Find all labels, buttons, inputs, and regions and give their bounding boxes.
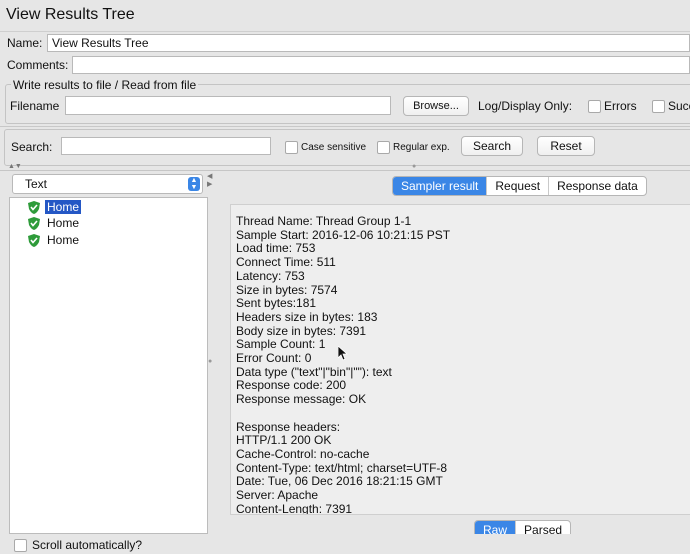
- window-title: View Results Tree: [6, 6, 135, 23]
- success-checkbox[interactable]: [652, 100, 665, 113]
- log-display-label: Log/Display Only:: [478, 99, 573, 113]
- search-button[interactable]: Search: [461, 136, 523, 156]
- name-field[interactable]: View Results Tree: [47, 34, 690, 52]
- browse-button[interactable]: Browse...: [403, 96, 469, 116]
- tree-item[interactable]: Home: [28, 233, 81, 247]
- tree-item-label: Home: [47, 233, 80, 247]
- splitter-grip-icon[interactable]: ●: [412, 163, 416, 170]
- result-line: Sample Start: 2016-12-06 10:21:15 PST: [236, 227, 451, 242]
- result-line: Thread Name: Thread Group 1-1: [236, 214, 412, 228]
- result-line: Date: Tue, 06 Dec 2016 18:21:15 GMT: [236, 474, 443, 489]
- search-input[interactable]: [61, 137, 271, 155]
- comments-label: Comments:: [7, 58, 69, 72]
- tree-item-label: Home: [47, 216, 80, 230]
- regular-exp-checkbox[interactable]: [377, 141, 390, 154]
- scroll-automatically-checkbox[interactable]: [14, 539, 27, 552]
- chevron-updown-icon: ▲ ▼: [188, 177, 200, 191]
- errors-label: Errors: [604, 99, 637, 113]
- result-line: Response code: 200: [236, 378, 347, 393]
- result-line: Body size in bytes: 7391: [236, 323, 367, 338]
- scroll-automatically-label: Scroll automatically?: [32, 538, 143, 552]
- tree-item[interactable]: Home: [28, 200, 82, 214]
- collapse-arrows-icon[interactable]: ▲▼: [8, 163, 22, 170]
- result-line: Latency: 753: [236, 268, 305, 283]
- result-line: Content-Type: text/html; charset=UTF-8: [236, 460, 448, 475]
- title-divider: [0, 31, 690, 32]
- result-line: Size in bytes: 7574: [236, 282, 338, 297]
- result-line: Connect Time: 511: [236, 255, 336, 270]
- success-shield-icon: [28, 200, 40, 214]
- result-lines: Thread Name: Thread Group 1-1 Sample Star…: [236, 214, 451, 515]
- regular-exp-label: Regular exp.: [393, 142, 450, 153]
- filename-input[interactable]: [65, 96, 391, 115]
- tab-request[interactable]: Request: [486, 177, 548, 195]
- vertical-splitter-grip-icon[interactable]: ●: [208, 358, 212, 365]
- result-line: HTTP/1.1 200 OK: [236, 433, 332, 448]
- reset-button[interactable]: Reset: [537, 136, 595, 156]
- result-line: Content-Length: 7391: [236, 501, 353, 515]
- renderer-select-value: Text: [25, 177, 48, 191]
- filename-label: Filename: [10, 99, 60, 113]
- tab-response-data[interactable]: Response data: [548, 177, 646, 195]
- mouse-cursor-icon: [338, 346, 348, 361]
- tab-sampler-result[interactable]: Sampler result: [393, 177, 487, 195]
- results-tree[interactable]: Home Home Home: [9, 197, 208, 534]
- result-tabs: Sampler result Request Response data: [392, 176, 647, 196]
- case-sensitive-label: Case sensitive: [301, 142, 367, 153]
- case-sensitive-checkbox[interactable]: [285, 141, 298, 154]
- success-shield-icon: [28, 233, 40, 247]
- success-label: Succ: [668, 99, 690, 113]
- tree-item-label: Home: [45, 200, 82, 214]
- comments-field[interactable]: [72, 56, 690, 74]
- sampler-result-text[interactable]: Thread Name: Thread Group 1-1 Sample Star…: [230, 204, 690, 515]
- result-line: Data type ("text"|"bin"|""): text: [236, 364, 392, 379]
- collapse-side-arrows-icon[interactable]: ◀ ▶: [207, 173, 212, 189]
- tree-item[interactable]: Home: [28, 216, 81, 230]
- result-line: Response headers:: [236, 419, 341, 434]
- write-results-legend: Write results to file / Read from file: [11, 78, 199, 92]
- splitter-divider: [0, 170, 690, 171]
- result-line: [236, 407, 450, 421]
- result-line: Sent bytes:181: [236, 296, 317, 311]
- errors-checkbox[interactable]: [588, 100, 601, 113]
- result-line: Response message: OK: [236, 392, 367, 407]
- search-label: Search:: [11, 140, 53, 154]
- name-label: Name:: [7, 36, 43, 50]
- result-line: Server: Apache: [236, 488, 319, 503]
- renderer-select[interactable]: Text ▲ ▼: [12, 174, 203, 194]
- success-shield-icon: [28, 216, 40, 230]
- section-divider: [0, 126, 690, 127]
- result-line: Cache-Control: no-cache: [236, 446, 370, 461]
- result-line: Load time: 753: [236, 241, 316, 256]
- result-line: Headers size in bytes: 183: [236, 309, 378, 324]
